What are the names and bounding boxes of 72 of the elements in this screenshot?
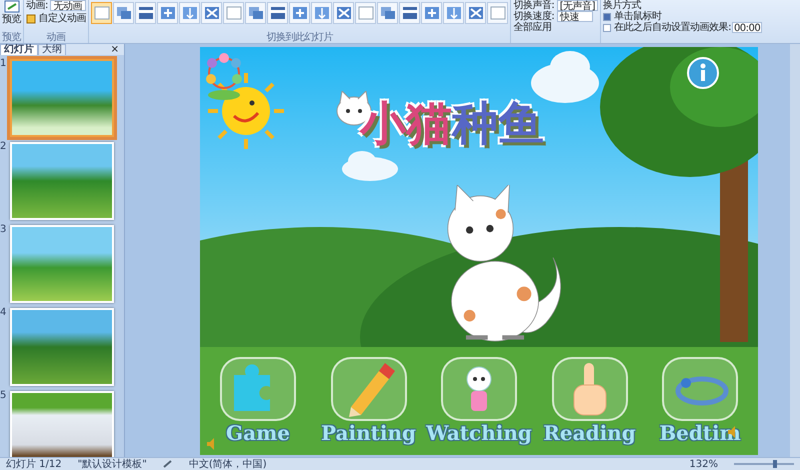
transition-icon xyxy=(137,5,154,21)
sun-icon xyxy=(206,71,286,151)
transition-icon xyxy=(203,5,220,21)
transition-style-button[interactable] xyxy=(245,2,266,24)
transition-style-button[interactable] xyxy=(289,2,310,24)
group-label: 动画 xyxy=(46,32,67,43)
transition-icon xyxy=(489,5,506,21)
transition-style-button[interactable] xyxy=(179,2,200,24)
ferris-wheel-icon xyxy=(204,53,244,101)
transition-style-button[interactable] xyxy=(135,2,156,24)
transition-icon xyxy=(313,5,330,21)
apply-all-button[interactable]: 全部应用 xyxy=(513,22,552,33)
transition-style-button[interactable] xyxy=(91,2,112,24)
transition-icon xyxy=(181,5,198,21)
transition-style-button[interactable] xyxy=(333,2,354,24)
close-button[interactable]: × xyxy=(110,45,119,55)
transition-style-button[interactable] xyxy=(157,2,178,24)
animation-dropdown[interactable]: 无动画 xyxy=(50,0,86,11)
checkbox[interactable] xyxy=(603,12,612,20)
zoom-level: 132% xyxy=(689,458,718,470)
animation-label: 动画: xyxy=(26,0,48,11)
transition-style-button[interactable] xyxy=(223,2,244,24)
slide-number: 4 xyxy=(0,308,8,318)
transition-icon xyxy=(291,5,308,21)
pane-tab[interactable]: 大纲 xyxy=(38,44,66,55)
transition-style-button[interactable] xyxy=(399,2,420,24)
group-label: 预览 xyxy=(2,32,21,43)
transition-icon xyxy=(379,5,396,21)
transition-icon xyxy=(335,5,352,21)
transition-style-button[interactable] xyxy=(377,2,398,24)
time-field[interactable]: 00:00 xyxy=(732,22,762,33)
checkbox[interactable] xyxy=(603,24,612,32)
checkbox-label: 单击鼠标时 xyxy=(614,11,662,22)
transition-icon xyxy=(401,5,418,21)
transition-icon xyxy=(423,5,440,21)
transition-style-button[interactable] xyxy=(201,2,222,24)
transition-style-button[interactable] xyxy=(113,2,134,24)
slide-thumbnail[interactable] xyxy=(10,59,114,137)
transition-style-button[interactable] xyxy=(465,2,486,24)
speed-dropdown[interactable]: 快速 xyxy=(556,11,593,22)
slide-title: 小猫种鱼 xyxy=(360,97,544,149)
transition-style-button[interactable] xyxy=(421,2,442,24)
transition-style-button[interactable] xyxy=(355,2,376,24)
group-label: 切换到此幻灯片 xyxy=(266,32,334,43)
transition-icon xyxy=(115,5,132,21)
slide-preview-icon xyxy=(4,0,20,14)
transition-icon xyxy=(159,5,176,21)
transition-icon xyxy=(357,5,374,21)
checkbox-label: 在此之后自动设置动画效果: xyxy=(614,22,731,33)
transition-icon xyxy=(467,5,484,21)
transition-style-button[interactable] xyxy=(267,2,288,24)
transition-icon xyxy=(269,5,286,21)
preview-button[interactable]: 预览 xyxy=(2,0,21,25)
custom-animation-button[interactable]: 自定义动画 xyxy=(26,13,86,24)
transition-icon xyxy=(247,5,264,21)
slide-count: 幻灯片 1/12 xyxy=(6,458,62,470)
transition-icon xyxy=(445,5,462,21)
slider-thumb[interactable] xyxy=(773,460,778,468)
language-label: 中文(简体，中国) xyxy=(188,458,267,470)
transition-style-button[interactable] xyxy=(487,2,508,24)
sound-dropdown[interactable]: [无声音] xyxy=(556,0,598,11)
slide-number: 2 xyxy=(0,142,8,152)
slide-number: 3 xyxy=(0,225,8,235)
info-icon[interactable] xyxy=(686,57,720,91)
transition-style-button[interactable] xyxy=(311,2,332,24)
template-name: "默认设计模板" xyxy=(78,458,147,470)
transition-style-button[interactable] xyxy=(443,2,464,24)
transition-icon xyxy=(225,5,242,21)
transition-icon xyxy=(93,5,110,21)
slide-number: 5 xyxy=(0,391,8,401)
slide-number: 1 xyxy=(0,59,8,69)
speed-label: 切换速度: xyxy=(513,11,554,22)
